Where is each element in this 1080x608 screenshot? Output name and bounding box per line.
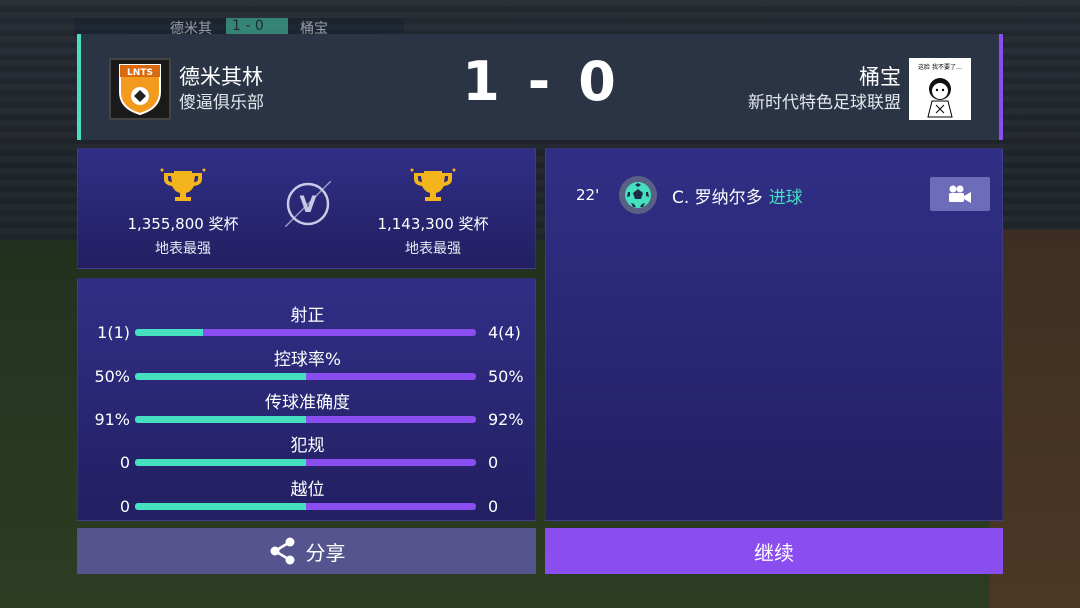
away-avatar-meme-image: 这脸 我不要了… bbox=[910, 59, 970, 119]
home-trophy-block: 1,355,800 奖杯 地表最强 bbox=[103, 167, 263, 258]
stat-away-value: 0 bbox=[488, 497, 499, 516]
stat-bar-home-fill bbox=[135, 503, 306, 510]
stat-label: 传球准确度 bbox=[265, 393, 350, 413]
continue-button-label: 继续 bbox=[754, 540, 794, 565]
home-trophy-count: 1,355,800 奖杯 bbox=[127, 215, 239, 233]
trophy-comparison-panel: 1,355,800 奖杯 地表最强 V 1,143,300 奖杯 地表最强 bbox=[77, 148, 536, 269]
svg-text:这脸 我不要了…: 这脸 我不要了… bbox=[918, 63, 962, 71]
away-trophy-block: 1,143,300 奖杯 地表最强 bbox=[353, 167, 513, 258]
stat-home-value: 1(1) bbox=[97, 323, 130, 342]
stat-bar bbox=[135, 503, 476, 510]
home-score: 1 bbox=[462, 50, 510, 113]
stat-bar-home-fill bbox=[135, 416, 306, 423]
home-trophy-rank: 地表最强 bbox=[155, 241, 211, 257]
stat-row-offsides: 越位 0 0 bbox=[78, 475, 537, 516]
stat-away-value: 92% bbox=[488, 410, 524, 429]
event-player-name: C. 罗纳尔多 bbox=[672, 187, 763, 208]
stat-bar bbox=[135, 416, 476, 423]
soccer-ball-icon bbox=[619, 176, 657, 214]
share-button[interactable]: 分享 bbox=[77, 528, 536, 574]
continue-button[interactable]: 继续 bbox=[545, 528, 1003, 574]
stat-away-value: 0 bbox=[488, 453, 499, 472]
away-score: 0 bbox=[578, 50, 626, 113]
away-team-name: 桶宝 bbox=[859, 65, 901, 89]
stat-label: 越位 bbox=[290, 480, 325, 500]
stat-bar-home-fill bbox=[135, 459, 306, 466]
stat-row-pass-accuracy: 传球准确度 91% 92% bbox=[78, 388, 537, 429]
stat-label: 控球率% bbox=[273, 350, 342, 370]
stat-home-value: 0 bbox=[119, 453, 130, 472]
score-separator: - bbox=[527, 50, 561, 113]
stat-away-value: 4(4) bbox=[488, 323, 521, 342]
video-camera-icon bbox=[949, 185, 971, 203]
stat-bar-home-fill bbox=[135, 329, 204, 336]
vs-badge-icon: V bbox=[285, 181, 331, 227]
share-button-label: 分享 bbox=[305, 540, 346, 565]
replay-camera-button[interactable] bbox=[930, 177, 990, 211]
away-team: 桶宝 新时代特色足球联盟 这脸 我不要了… bbox=[748, 58, 971, 120]
svg-text:V: V bbox=[299, 193, 316, 218]
event-action: 进球 bbox=[768, 187, 803, 208]
stat-row-shots-on-target: 射正 1(1) 4(4) bbox=[78, 301, 537, 342]
share-icon bbox=[270, 537, 294, 565]
stat-bar bbox=[135, 373, 476, 380]
stat-home-value: 50% bbox=[94, 367, 130, 386]
stat-row-possession: 控球率% 50% 50% bbox=[78, 345, 537, 386]
away-club-name: 新时代特色足球联盟 bbox=[748, 93, 901, 113]
stat-bar bbox=[135, 459, 476, 466]
background-score: 1 - 0 bbox=[232, 18, 264, 34]
stat-label: 犯规 bbox=[290, 436, 325, 456]
stat-label: 射正 bbox=[290, 306, 325, 326]
away-trophy-count: 1,143,300 奖杯 bbox=[377, 215, 489, 233]
stat-bar bbox=[135, 329, 476, 336]
trophy-icon bbox=[410, 168, 456, 201]
stat-row-fouls: 犯规 0 0 bbox=[78, 431, 537, 472]
match-score-header: LNTS 德米其林 傻逼俱乐部 1-0 桶宝 新时代特色足球联盟 这脸 我不要了… bbox=[77, 34, 1003, 140]
trophy-icon bbox=[160, 168, 206, 201]
running-track-background bbox=[990, 230, 1080, 608]
match-events-panel: 22' C. 罗纳尔多 进球 bbox=[545, 148, 1003, 521]
event-minute: 22' bbox=[576, 186, 600, 204]
stat-away-value: 50% bbox=[488, 367, 524, 386]
match-stats-panel: 射正 1(1) 4(4) 控球率% 50% 50% 传球准确度 91% 92% … bbox=[77, 278, 536, 521]
away-trophy-rank: 地表最强 bbox=[405, 241, 461, 257]
away-team-avatar: 这脸 我不要了… bbox=[909, 58, 971, 120]
stat-home-value: 91% bbox=[94, 410, 130, 429]
stat-bar-home-fill bbox=[135, 373, 306, 380]
stat-home-value: 0 bbox=[119, 497, 130, 516]
